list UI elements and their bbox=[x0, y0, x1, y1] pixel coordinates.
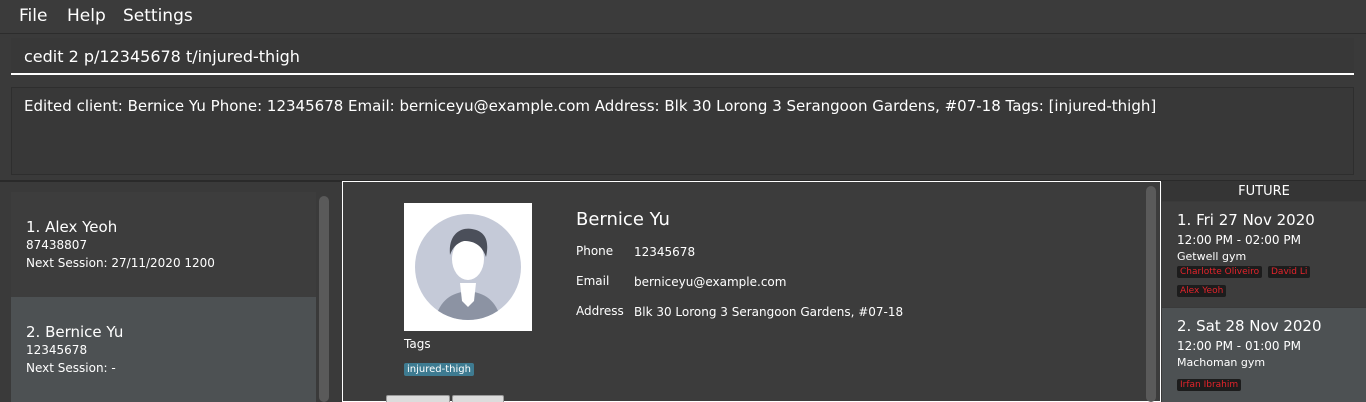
client-card-session: Next Session: - bbox=[26, 361, 116, 375]
session-time: 12:00 PM - 02:00 PM bbox=[1177, 233, 1301, 247]
email-label: Email bbox=[576, 274, 610, 288]
menu-bar: File Help Settings bbox=[0, 0, 1366, 34]
client-card-session: Next Session: 27/11/2020 1200 bbox=[26, 256, 215, 270]
tags-label: Tags bbox=[404, 337, 431, 351]
phone-label: Phone bbox=[576, 244, 614, 258]
session-title: 1. Fri 27 Nov 2020 bbox=[1177, 211, 1315, 229]
client-list-panel: 1. Alex Yeoh 87438807 Next Session: 27/1… bbox=[0, 182, 340, 402]
session-gym: Machoman gym bbox=[1177, 356, 1266, 369]
tag-chip: injured-thigh bbox=[404, 363, 474, 376]
detail-action-button[interactable] bbox=[386, 395, 450, 402]
future-header: FUTURE bbox=[1162, 181, 1366, 201]
client-card-2[interactable]: 2. Bernice Yu 12345678 Next Session: - bbox=[11, 297, 316, 402]
command-box[interactable]: cedit 2 p/12345678 t/injured-thigh bbox=[11, 38, 1354, 75]
session-card-2[interactable]: 2. Sat 28 Nov 2020 12:00 PM - 01:00 PM M… bbox=[1162, 308, 1366, 402]
command-input-text[interactable]: cedit 2 p/12345678 t/injured-thigh bbox=[24, 47, 300, 66]
session-card-1[interactable]: 1. Fri 27 Nov 2020 12:00 PM - 02:00 PM G… bbox=[1162, 202, 1366, 307]
future-sessions-panel: FUTURE 1. Fri 27 Nov 2020 12:00 PM - 02:… bbox=[1162, 181, 1366, 402]
client-card-title: 1. Alex Yeoh bbox=[26, 218, 118, 236]
session-gym: Getwell gym bbox=[1177, 250, 1247, 263]
address-value: Blk 30 Lorong 3 Serangoon Gardens, #07-1… bbox=[634, 305, 904, 319]
session-client-chip: Charlotte Oliveiro bbox=[1177, 266, 1263, 278]
session-client-chip: David Li bbox=[1268, 266, 1311, 278]
client-detail-panel: Tags injured-thigh Bernice Yu Phone 1234… bbox=[342, 181, 1161, 402]
session-client-chip: Irfan Ibrahim bbox=[1177, 379, 1242, 391]
menu-help[interactable]: Help bbox=[67, 6, 106, 26]
session-time: 12:00 PM - 01:00 PM bbox=[1177, 339, 1301, 353]
detail-scrollbar[interactable] bbox=[1146, 186, 1156, 402]
phone-value: 12345678 bbox=[634, 245, 696, 259]
client-name: Bernice Yu bbox=[576, 209, 670, 230]
client-card-1[interactable]: 1. Alex Yeoh 87438807 Next Session: 27/1… bbox=[11, 192, 316, 297]
client-card-phone: 12345678 bbox=[26, 343, 88, 357]
result-text: Edited client: Bernice Yu Phone: 1234567… bbox=[24, 97, 1157, 115]
address-label: Address bbox=[576, 304, 624, 318]
menu-settings[interactable]: Settings bbox=[123, 6, 193, 26]
client-card-phone: 87438807 bbox=[26, 238, 88, 252]
session-client-chip: Alex Yeoh bbox=[1177, 285, 1227, 297]
client-list-scrollbar[interactable] bbox=[319, 196, 329, 402]
client-card-title: 2. Bernice Yu bbox=[26, 323, 124, 341]
menu-file[interactable]: File bbox=[19, 6, 47, 26]
default-avatar-icon bbox=[404, 203, 532, 331]
result-display: Edited client: Bernice Yu Phone: 1234567… bbox=[11, 87, 1354, 175]
session-title: 2. Sat 28 Nov 2020 bbox=[1177, 317, 1322, 335]
email-value: berniceyu@example.com bbox=[634, 275, 787, 289]
detail-action-button[interactable] bbox=[452, 395, 504, 402]
